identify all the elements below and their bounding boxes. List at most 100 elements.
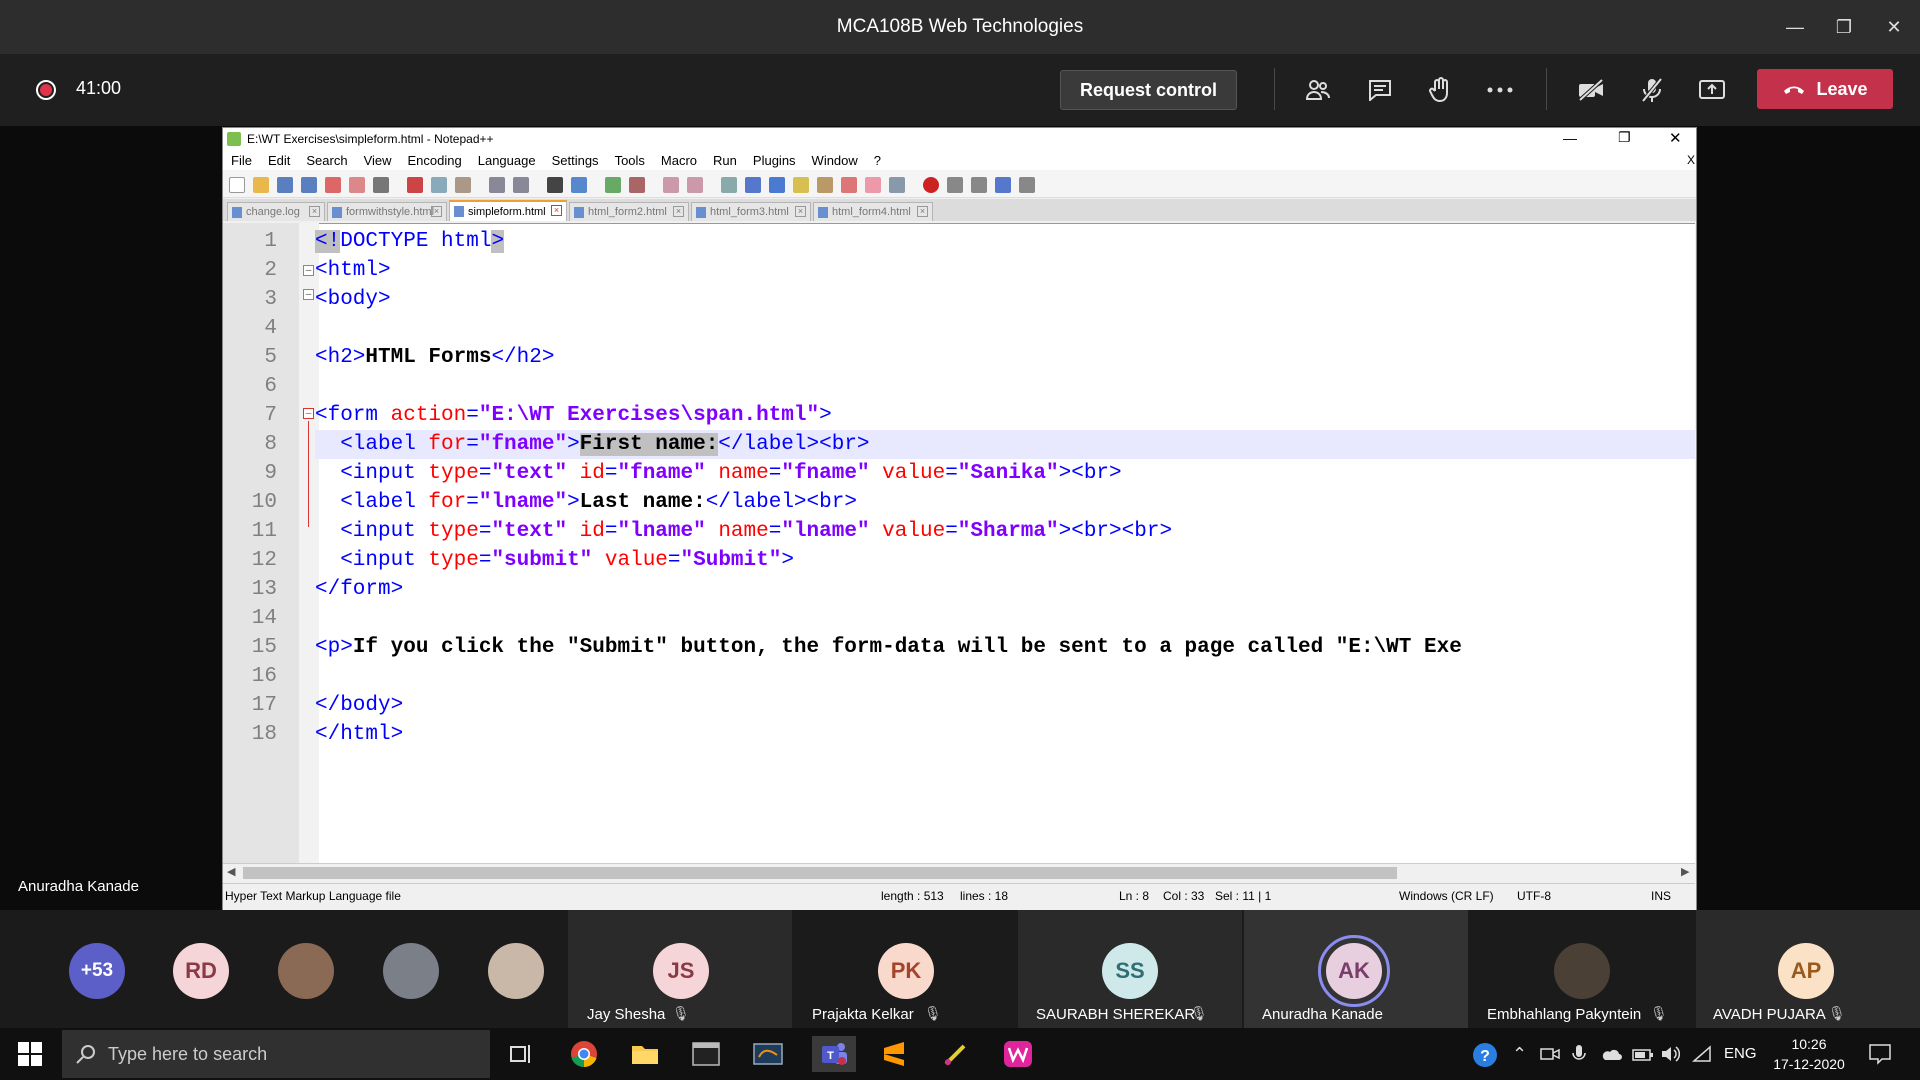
participant-photo[interactable] — [278, 943, 334, 999]
task-view-icon[interactable] — [503, 1036, 539, 1072]
zoom-in-icon[interactable] — [605, 177, 621, 193]
participant-avatar[interactable]: RD — [173, 943, 229, 999]
chrome-icon[interactable] — [566, 1036, 602, 1072]
camera-off-icon[interactable] — [1571, 72, 1611, 108]
save-all-icon[interactable] — [301, 177, 317, 193]
more-participants-button[interactable]: +53 — [69, 943, 125, 999]
close-all-icon[interactable] — [349, 177, 365, 193]
tab-close-icon[interactable]: × — [431, 206, 442, 217]
folder-workspace-icon[interactable] — [865, 177, 881, 193]
participants-icon[interactable] — [1298, 72, 1338, 108]
restore-icon[interactable]: ❐ — [1829, 12, 1859, 42]
microphone-tray-icon[interactable] — [1572, 1044, 1586, 1069]
wamp-server-icon[interactable] — [1000, 1036, 1036, 1072]
menu-search[interactable]: Search — [298, 153, 355, 168]
menu-plugins[interactable]: Plugins — [745, 153, 804, 168]
close-icon[interactable]: ✕ — [1879, 12, 1909, 42]
participant-photo[interactable] — [383, 943, 439, 999]
sublime-text-icon[interactable] — [876, 1036, 912, 1072]
leave-button[interactable]: Leave — [1757, 69, 1893, 109]
tab-close-icon[interactable]: × — [795, 206, 806, 217]
fold-toggle-icon[interactable]: – — [303, 265, 314, 276]
new-file-icon[interactable] — [229, 177, 245, 193]
monitoring-icon[interactable] — [889, 177, 905, 193]
sync-horizontal-icon[interactable] — [687, 177, 703, 193]
request-control-button[interactable]: Request control — [1060, 70, 1237, 110]
print-icon[interactable] — [373, 177, 389, 193]
terminal-icon[interactable] — [688, 1036, 724, 1072]
word-wrap-icon[interactable] — [721, 177, 737, 193]
tab-close-icon[interactable]: × — [551, 205, 562, 216]
replace-icon[interactable] — [571, 177, 587, 193]
save-icon[interactable] — [277, 177, 293, 193]
windows-start-icon[interactable] — [18, 1042, 42, 1071]
indent-guide-icon[interactable] — [769, 177, 785, 193]
file-explorer-icon[interactable] — [627, 1036, 663, 1072]
menu-window[interactable]: Window — [804, 153, 866, 168]
tab-close-icon[interactable]: × — [673, 206, 684, 217]
menu-settings[interactable]: Settings — [544, 153, 607, 168]
camera-tray-icon[interactable] — [1540, 1046, 1560, 1067]
menu-run[interactable]: Run — [705, 153, 745, 168]
paste-icon[interactable] — [455, 177, 471, 193]
tab-change-log[interactable]: change.log × — [227, 202, 325, 221]
menu-edit[interactable]: Edit — [260, 153, 298, 168]
tab-html-form4[interactable]: html_form4.html × — [813, 202, 933, 221]
menu-macro[interactable]: Macro — [653, 153, 705, 168]
chat-icon[interactable] — [1360, 72, 1400, 108]
participant-photo[interactable] — [488, 943, 544, 999]
menu-encoding[interactable]: Encoding — [400, 153, 470, 168]
cut-icon[interactable] — [407, 177, 423, 193]
battery-icon[interactable] — [1632, 1048, 1654, 1066]
close-document-button[interactable]: X — [1679, 153, 1703, 167]
menu-tools[interactable]: Tools — [607, 153, 653, 168]
udl-icon[interactable] — [793, 177, 809, 193]
tab-close-icon[interactable]: × — [309, 206, 320, 217]
menu-help[interactable]: ? — [866, 153, 889, 168]
tab-simpleform[interactable]: simpleform.html × — [449, 200, 567, 221]
doc-map-icon[interactable] — [817, 177, 833, 193]
wifi-icon[interactable] — [1692, 1045, 1712, 1068]
tab-html-form2[interactable]: html_form2.html × — [569, 202, 689, 221]
help-icon[interactable]: ? — [1472, 1042, 1498, 1073]
menu-view[interactable]: View — [356, 153, 400, 168]
mic-off-icon[interactable] — [1632, 72, 1672, 108]
share-screen-icon[interactable] — [1692, 72, 1732, 108]
input-language[interactable]: ENG — [1724, 1045, 1757, 1062]
npp-minimize-icon[interactable]: — — [1563, 130, 1577, 146]
find-icon[interactable] — [547, 177, 563, 193]
horizontal-scrollbar[interactable]: ◀ ▶ — [223, 863, 1695, 881]
npp-restore-icon[interactable]: ❐ — [1618, 129, 1631, 146]
onedrive-icon[interactable] — [1600, 1047, 1622, 1066]
taskbar-clock[interactable]: 10:26 17-12-2020 — [1770, 1034, 1848, 1074]
volume-icon[interactable] — [1660, 1045, 1681, 1068]
tab-close-icon[interactable]: × — [917, 206, 928, 217]
fold-toggle-icon[interactable]: – — [303, 289, 314, 300]
record-macro-icon[interactable] — [923, 177, 939, 193]
show-hidden-icons-icon[interactable]: ⌃ — [1512, 1044, 1527, 1065]
copy-icon[interactable] — [431, 177, 447, 193]
redo-icon[interactable] — [513, 177, 529, 193]
raise-hand-icon[interactable] — [1420, 72, 1460, 108]
save-macro-icon[interactable] — [1019, 177, 1035, 193]
mysql-icon[interactable] — [750, 1036, 786, 1072]
stop-macro-icon[interactable] — [947, 177, 963, 193]
run-macro-multiple-icon[interactable] — [995, 177, 1011, 193]
tab-formwithstyle[interactable]: formwithstyle.html × — [327, 202, 447, 221]
tab-html-form3[interactable]: html_form3.html × — [691, 202, 811, 221]
sync-vertical-icon[interactable] — [663, 177, 679, 193]
scroll-right-icon[interactable]: ▶ — [1681, 865, 1689, 878]
fold-toggle-icon[interactable]: – — [303, 408, 314, 419]
scroll-left-icon[interactable]: ◀ — [227, 865, 235, 878]
npp-close-icon[interactable]: ✕ — [1669, 129, 1682, 147]
taskbar-search-box[interactable]: Type here to search — [62, 1030, 490, 1078]
zoom-out-icon[interactable] — [629, 177, 645, 193]
play-macro-icon[interactable] — [971, 177, 987, 193]
teams-icon[interactable]: T — [812, 1036, 856, 1072]
scrollbar-thumb[interactable] — [243, 867, 1397, 879]
menu-language[interactable]: Language — [470, 153, 544, 168]
notifications-icon[interactable] — [1868, 1042, 1892, 1071]
open-file-icon[interactable] — [253, 177, 269, 193]
minimize-icon[interactable]: — — [1780, 12, 1810, 42]
more-options-icon[interactable] — [1480, 72, 1520, 108]
